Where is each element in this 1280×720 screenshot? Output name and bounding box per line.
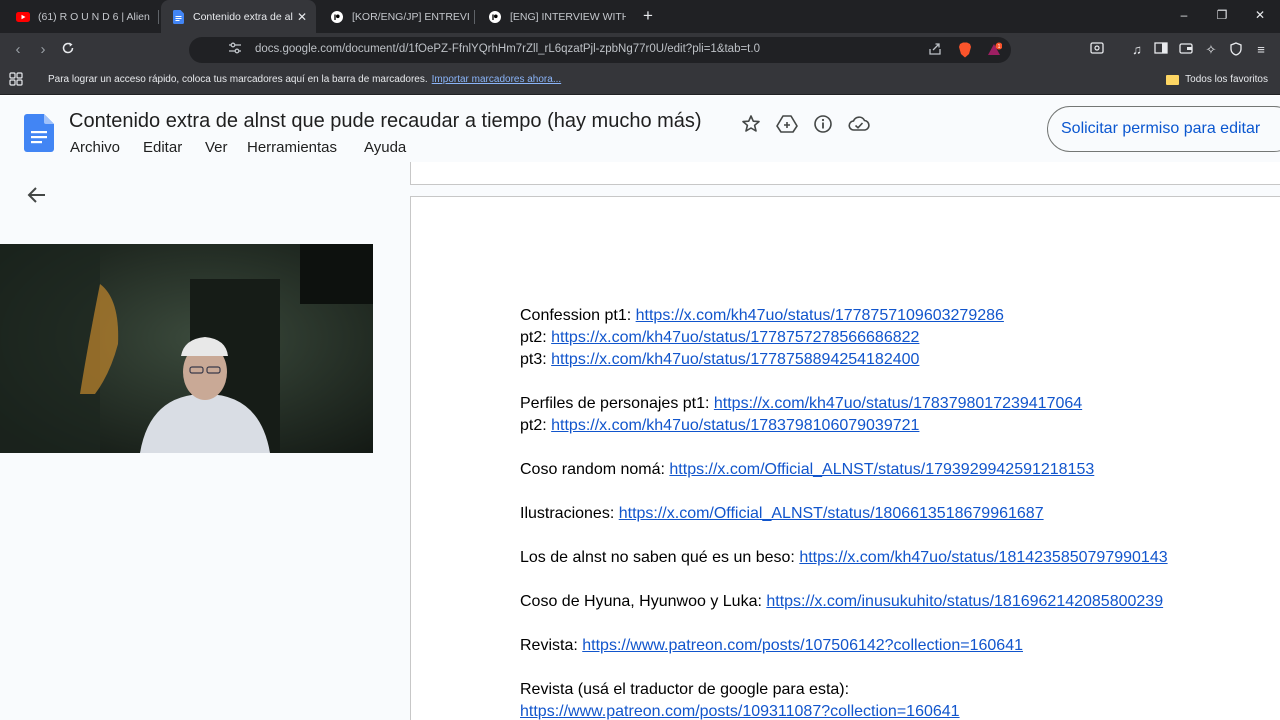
tab-strip: (61) R O U N D 6 | Alien Contenido extra… [0,0,1280,33]
doc-line: pt2: https://x.com/kh47uo/status/1783798… [520,417,919,435]
apps-grid-icon[interactable] [8,72,24,88]
tab-label: [ENG] INTERVIEW WITH LI [510,10,626,23]
line-label: Confession pt1: [520,307,636,324]
doc-link[interactable]: https://x.com/Official_ALNST/status/1793… [669,461,1094,478]
bookmarks-prompt: Para lograr un acceso rápido, coloca tus… [48,74,561,85]
sidebar-icon[interactable] [1153,42,1169,58]
tab-divider [474,10,475,24]
doc-link[interactable]: https://x.com/kh47uo/status/178379801723… [714,395,1082,412]
minimize-icon[interactable]: – [1177,8,1191,22]
docs-header: Contenido extra de alnst que pude recaud… [0,96,1280,162]
extension-badge-count: 1 [998,44,1001,50]
tab-label: Contenido extra de al [193,10,293,23]
tab-patreon-eng[interactable]: [ENG] INTERVIEW WITH LI [478,0,626,33]
doc-link[interactable]: https://x.com/kh47uo/status/177875889425… [551,351,919,368]
menu-icon[interactable]: ≡ [1253,42,1269,58]
screen: (61) R O U N D 6 | Alien Contenido extra… [0,0,1280,720]
document-title[interactable]: Contenido extra de alnst que pude recaud… [69,110,702,133]
line-label: Revista: [520,637,583,654]
patreon-icon [330,10,344,24]
all-favorites-folder[interactable]: Todos los favoritos [1166,74,1268,85]
doc-link[interactable]: https://x.com/kh47uo/status/181423585079… [799,549,1167,566]
back-icon[interactable]: ‹ [9,41,27,58]
line-label: Ilustraciones: [520,505,619,522]
docs-content-area: Confession pt1: https://x.com/kh47uo/sta… [0,162,1280,720]
new-tab-icon[interactable]: + [640,6,656,26]
tab-divider [158,10,159,24]
menu-herramientas[interactable]: Herramientas [247,139,337,156]
doc-link[interactable]: https://x.com/Official_ALNST/status/1806… [619,505,1044,522]
line-label: Coso random nomá: [520,461,670,478]
browser-toolbar: ‹ › docs.google.com/document/d/1fOePZ-Ff… [0,33,1280,67]
site-info-icon[interactable] [227,42,243,58]
doc-link[interactable]: https://x.com/inusukuhito/status/1816962… [766,593,1163,610]
doc-line: Revista: https://www.patreon.com/posts/1… [520,637,1023,655]
bookmarks-prompt-text: Para lograr un acceso rápido, coloca tus… [48,74,428,85]
tab-patreon-kor[interactable]: [KOR/ENG/JP] ENTREVIST [320,0,470,33]
doc-line: Revista (usá el traductor de google para… [520,681,849,699]
doc-line: https://www.patreon.com/posts/109311087?… [520,703,960,720]
request-edit-access-button[interactable]: Solicitar permiso para editar [1047,106,1280,152]
doc-link[interactable]: https://www.patreon.com/posts/107506142?… [582,637,1023,654]
reload-icon[interactable] [59,41,77,59]
doc-line: Los de alnst no saben qué es un beso: ht… [520,549,1168,567]
screenshot-icon[interactable] [1089,42,1105,58]
close-window-icon[interactable]: ✕ [1253,8,1267,22]
brave-shield-icon[interactable] [957,42,973,58]
doc-link[interactable]: https://www.patreon.com/posts/109311087?… [520,703,960,720]
doc-line: Coso de Hyuna, Hyunwoo y Luka: https://x… [520,593,1163,611]
all-favorites-label: Todos los favoritos [1185,74,1268,85]
doc-line: Perfiles de personajes pt1: https://x.co… [520,395,1082,413]
url-text[interactable]: docs.google.com/document/d/1fOePZ-FfnlYQ… [255,43,760,55]
music-icon[interactable]: ♫ [1129,42,1145,58]
doc-line: Confession pt1: https://x.com/kh47uo/sta… [520,307,1004,325]
previous-page-edge [410,162,1280,185]
doc-line: pt3: https://x.com/kh47uo/status/1778758… [520,351,919,369]
google-docs-icon [171,9,185,24]
doc-link[interactable]: https://x.com/kh47uo/status/178379810607… [551,417,919,434]
cloud-status-icon[interactable] [848,113,870,135]
line-label: Coso de Hyuna, Hyunwoo y Luka: [520,593,767,610]
leo-ai-icon[interactable]: ✧ [1203,42,1219,58]
webcam-overlay [0,244,373,453]
line-label: Los de alnst no saben qué es un beso: [520,549,800,566]
star-icon[interactable] [740,113,762,135]
tab-google-docs[interactable]: Contenido extra de al ✕ [161,0,316,33]
line-label: Perfiles de personajes pt1: [520,395,714,412]
menu-editar[interactable]: Editar [143,139,182,156]
brave-rewards-icon[interactable]: 1 [986,42,1003,58]
wallet-icon[interactable] [1178,42,1194,58]
doc-line: Coso random nomá: https://x.com/Official… [520,461,1094,479]
tab-label: [KOR/ENG/JP] ENTREVIST [352,10,470,23]
doc-link[interactable]: https://x.com/kh47uo/status/177875727856… [551,329,919,346]
vpn-icon[interactable] [1228,42,1244,58]
doc-link[interactable]: https://x.com/kh47uo/status/177875710960… [636,307,1004,324]
restore-icon[interactable]: ❐ [1215,8,1229,22]
google-docs-logo-icon[interactable] [24,114,54,152]
tab-youtube[interactable]: (61) R O U N D 6 | Alien [8,0,152,33]
line-label: pt2: [520,329,552,346]
forward-icon[interactable]: › [34,41,52,58]
tab-label: (61) R O U N D 6 | Alien [38,10,150,23]
document-details-icon[interactable] [812,113,834,135]
document-page: Confession pt1: https://x.com/kh47uo/sta… [410,196,1280,720]
menu-ver[interactable]: Ver [205,139,228,156]
move-to-drive-icon[interactable] [776,113,798,135]
share-icon[interactable] [927,42,943,58]
import-bookmarks-link[interactable]: Importar marcadores ahora... [432,74,562,85]
line-label: pt2: [520,417,552,434]
folder-icon [1166,74,1180,85]
menu-ayuda[interactable]: Ayuda [364,139,406,156]
bookmarks-bar: Para lograr un acceso rápido, coloca tus… [0,67,1280,95]
youtube-icon [16,10,30,24]
close-tab-icon[interactable]: ✕ [297,10,307,24]
menu-archivo[interactable]: Archivo [70,139,120,156]
line-label: Revista (usá el traductor de google para… [520,681,850,698]
line-label: pt3: [520,351,552,368]
address-bar[interactable]: docs.google.com/document/d/1fOePZ-FfnlYQ… [189,37,1011,63]
patreon-icon [488,10,502,24]
doc-line: Ilustraciones: https://x.com/Official_AL… [520,505,1044,523]
outline-back-icon[interactable] [26,184,48,206]
doc-line: pt2: https://x.com/kh47uo/status/1778757… [520,329,919,347]
